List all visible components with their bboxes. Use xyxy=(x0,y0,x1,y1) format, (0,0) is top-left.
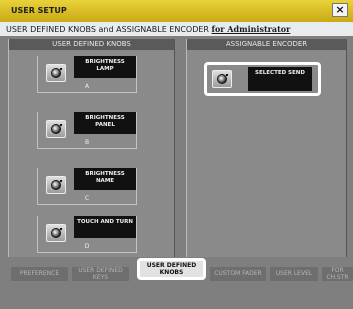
knob-d-button[interactable] xyxy=(46,224,66,242)
knob-c-button[interactable] xyxy=(46,176,66,194)
knob-a: BRIGHTNESS LAMP A xyxy=(37,56,137,93)
knob-b-letter: B xyxy=(84,139,90,146)
knob-a-button[interactable] xyxy=(46,64,66,82)
assignable-encoder-display[interactable]: SELECTED SEND xyxy=(248,67,312,91)
assignable-encoder: SELECTED SEND xyxy=(204,62,321,96)
knob-c-display[interactable]: BRIGHTNESS NAME xyxy=(74,168,136,190)
knob-d-display[interactable]: TOUCH AND TURN xyxy=(74,216,136,238)
assignable-encoder-heading: ASSIGNABLE ENCODER xyxy=(187,39,346,50)
tab-custom-fader[interactable]: CUSTOM FADER xyxy=(210,267,266,281)
knob-b: BRIGHTNESS PANEL B xyxy=(37,112,137,149)
user-knobs-panel: USER DEFINED KNOBS BRIGHTNESS LAMP A BRI… xyxy=(8,39,175,257)
knob-b-button[interactable] xyxy=(46,120,66,138)
tab-user-defined-keys[interactable]: USER DEFINED KEYS xyxy=(72,267,129,281)
close-button[interactable]: × xyxy=(332,3,348,17)
knob-b-display[interactable]: BRIGHTNESS PANEL xyxy=(74,112,136,134)
tab-bar: PREFERENCE USER DEFINED KEYS USER DEFINE… xyxy=(0,258,353,309)
user-knobs-heading: USER DEFINED KNOBS xyxy=(9,39,174,50)
tab-for-ch-str[interactable]: FOR CH.STR xyxy=(322,267,353,281)
knob-a-letter: A xyxy=(84,83,90,90)
window-title: USER SETUP xyxy=(11,6,67,15)
admin-link[interactable]: for Administrator xyxy=(212,24,291,34)
assignable-encoder-button[interactable] xyxy=(212,70,232,88)
knob-a-display[interactable]: BRIGHTNESS LAMP xyxy=(74,56,136,78)
knob-c-letter: C xyxy=(84,195,90,202)
tab-user-defined-knobs[interactable]: USER DEFINED KNOBS xyxy=(137,258,206,280)
knob-c: BRIGHTNESS NAME C xyxy=(37,168,137,205)
section-heading: USER DEFINED KNOBS and ASSIGNABLE ENCODE… xyxy=(0,22,353,36)
section-title: USER DEFINED KNOBS and ASSIGNABLE ENCODE… xyxy=(6,25,209,34)
knob-d: TOUCH AND TURN D xyxy=(37,216,137,253)
title-bar: USER SETUP × xyxy=(0,0,353,22)
knob-d-letter: D xyxy=(84,243,90,250)
tab-preference[interactable]: PREFERENCE xyxy=(11,267,68,281)
tab-user-level[interactable]: USER LEVEL xyxy=(270,267,318,281)
